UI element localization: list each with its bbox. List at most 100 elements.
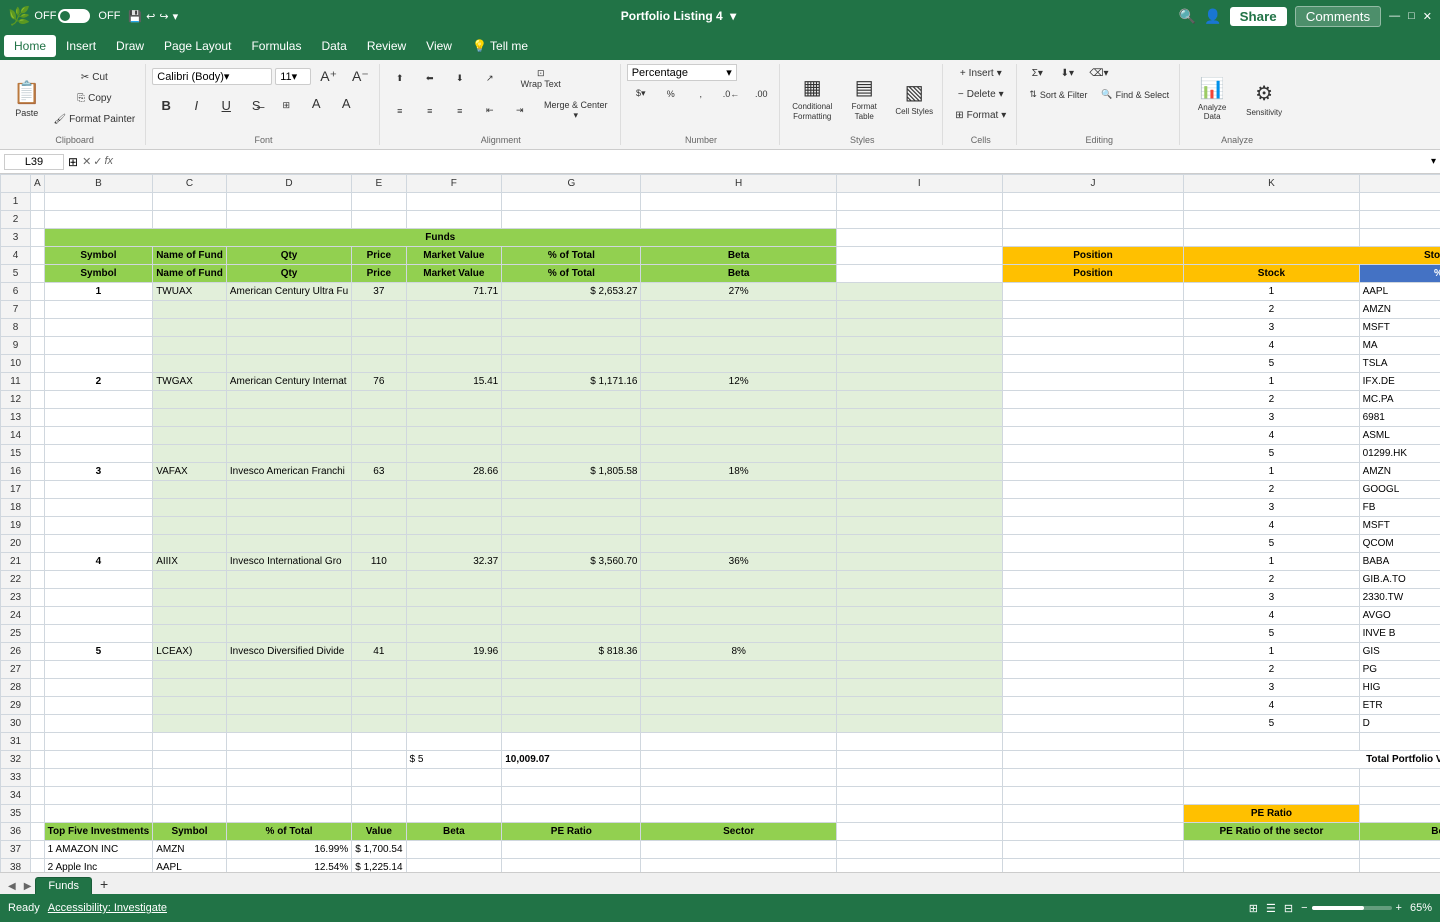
table-cell[interactable] [836, 391, 1002, 409]
table-cell[interactable] [1002, 841, 1183, 859]
table-cell[interactable] [836, 553, 1002, 571]
table-cell[interactable]: Symbol [153, 823, 227, 841]
table-cell[interactable] [1359, 733, 1440, 751]
page-layout-view-button[interactable]: ☰ [1266, 902, 1276, 915]
table-cell[interactable]: 1 [1184, 373, 1359, 391]
table-cell[interactable] [641, 859, 836, 873]
table-cell[interactable] [31, 859, 45, 873]
cell-reference[interactable] [4, 154, 64, 170]
fill-button[interactable]: ⬇▾ [1053, 64, 1081, 83]
zoom-level[interactable]: 65% [1410, 902, 1432, 914]
table-cell[interactable] [641, 589, 836, 607]
table-cell[interactable] [44, 517, 153, 535]
table-cell[interactable] [352, 517, 406, 535]
table-cell[interactable] [44, 733, 153, 751]
table-cell[interactable] [44, 769, 153, 787]
table-cell[interactable] [406, 301, 502, 319]
table-cell[interactable] [502, 859, 641, 873]
table-cell[interactable] [31, 337, 45, 355]
table-cell[interactable] [836, 535, 1002, 553]
table-cell[interactable]: 110 [352, 553, 406, 571]
comments-button[interactable]: Comments [1295, 6, 1381, 27]
table-cell[interactable]: 4 [1184, 427, 1359, 445]
table-cell[interactable] [153, 445, 227, 463]
table-cell[interactable] [1002, 499, 1183, 517]
table-cell[interactable] [1002, 193, 1183, 211]
table-cell[interactable] [1359, 859, 1440, 873]
table-cell[interactable] [1359, 769, 1440, 787]
table-cell[interactable] [502, 661, 641, 679]
table-cell[interactable] [502, 427, 641, 445]
table-cell[interactable]: American Century Ultra Fu [226, 283, 351, 301]
table-cell[interactable] [1002, 589, 1183, 607]
increase-decimal-button[interactable]: .00 [747, 85, 775, 103]
table-cell[interactable] [1002, 211, 1183, 229]
table-cell[interactable] [153, 409, 227, 427]
table-cell[interactable] [44, 535, 153, 553]
table-cell[interactable]: 3 [1184, 319, 1359, 337]
table-cell[interactable] [31, 427, 45, 445]
table-cell[interactable] [352, 499, 406, 517]
table-cell[interactable] [1002, 283, 1183, 301]
table-cell[interactable] [44, 697, 153, 715]
table-cell[interactable] [836, 517, 1002, 535]
table-cell[interactable]: % of Fund [1359, 265, 1440, 283]
analyze-data-button[interactable]: 📊 Analyze Data [1186, 67, 1238, 131]
paste-button[interactable]: 📋 Paste [8, 67, 45, 131]
redo-icon[interactable]: ↪ [159, 10, 168, 23]
table-cell[interactable] [226, 427, 351, 445]
table-cell[interactable] [836, 607, 1002, 625]
table-cell[interactable] [641, 733, 836, 751]
table-cell[interactable] [502, 319, 641, 337]
save-icon[interactable]: 💾 [128, 10, 142, 23]
col-header-d[interactable]: D [226, 175, 351, 193]
table-cell[interactable] [226, 661, 351, 679]
table-cell[interactable] [226, 733, 351, 751]
table-cell[interactable] [1002, 445, 1183, 463]
table-cell[interactable] [836, 373, 1002, 391]
table-cell[interactable]: $ 1,700.54 [352, 841, 406, 859]
table-cell[interactable] [31, 679, 45, 697]
table-cell[interactable] [836, 445, 1002, 463]
table-cell[interactable] [226, 319, 351, 337]
table-cell[interactable]: Funds [44, 229, 836, 247]
table-cell[interactable]: 3 [44, 463, 153, 481]
table-cell[interactable] [641, 751, 836, 769]
table-cell[interactable]: Sector [641, 823, 836, 841]
table-cell[interactable] [836, 229, 1002, 247]
table-cell[interactable] [406, 409, 502, 427]
table-cell[interactable] [31, 841, 45, 859]
table-cell[interactable] [641, 571, 836, 589]
table-cell[interactable] [406, 427, 502, 445]
table-cell[interactable]: 3 [1184, 679, 1359, 697]
table-cell[interactable]: 2 [1184, 481, 1359, 499]
table-cell[interactable] [502, 301, 641, 319]
expand-formula-bar-icon[interactable]: ▾ [1431, 156, 1436, 167]
table-cell[interactable] [1184, 229, 1359, 247]
table-cell[interactable]: 12% [641, 373, 836, 391]
table-cell[interactable] [1002, 373, 1183, 391]
table-cell[interactable] [836, 679, 1002, 697]
table-cell[interactable] [502, 715, 641, 733]
table-cell[interactable] [31, 769, 45, 787]
formula-expand-icon[interactable]: ⊞ [68, 155, 78, 169]
table-cell[interactable]: Invesco International Gro [226, 553, 351, 571]
table-cell[interactable] [836, 625, 1002, 643]
table-cell[interactable] [406, 697, 502, 715]
table-cell[interactable] [641, 679, 836, 697]
table-cell[interactable] [44, 499, 153, 517]
table-cell[interactable] [836, 733, 1002, 751]
table-cell[interactable] [153, 769, 227, 787]
table-cell[interactable]: Symbol [44, 247, 153, 265]
table-cell[interactable]: 4 [44, 553, 153, 571]
table-cell[interactable] [31, 463, 45, 481]
table-cell[interactable] [31, 391, 45, 409]
normal-view-button[interactable]: ⊞ [1249, 902, 1258, 915]
table-cell[interactable]: AIIIX [153, 553, 227, 571]
table-cell[interactable]: FB [1359, 499, 1440, 517]
table-cell[interactable] [406, 625, 502, 643]
table-cell[interactable] [31, 589, 45, 607]
table-cell[interactable] [1002, 517, 1183, 535]
table-cell[interactable] [836, 247, 1002, 265]
table-cell[interactable] [226, 445, 351, 463]
